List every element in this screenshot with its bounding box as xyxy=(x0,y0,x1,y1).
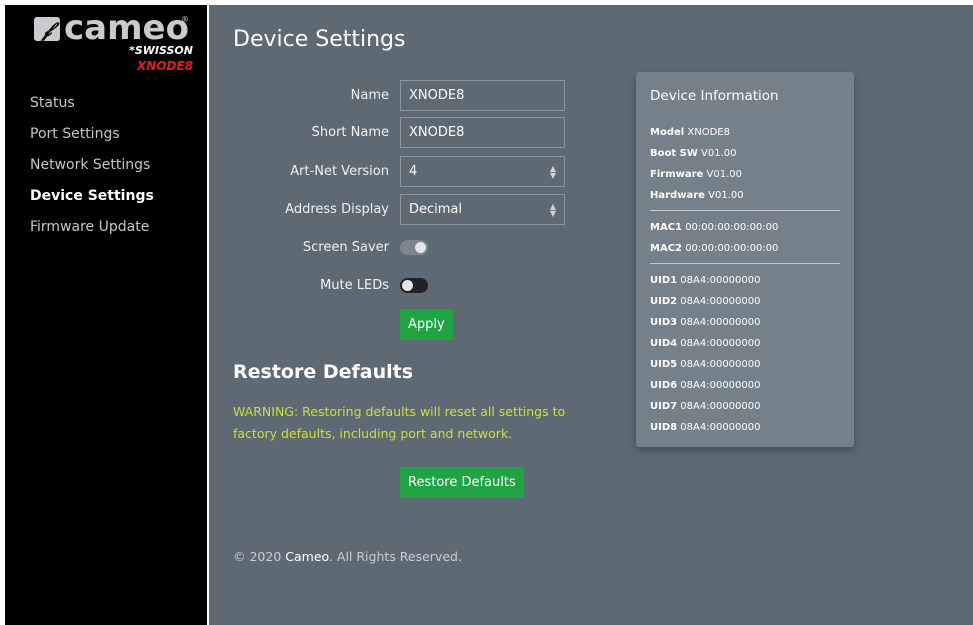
screen-saver-toggle[interactable] xyxy=(400,240,428,255)
info-value: 08A4:00000000 xyxy=(680,338,761,349)
registered-mark: ® xyxy=(181,15,189,24)
toggle-knob xyxy=(415,242,426,253)
info-key: Model xyxy=(650,127,685,138)
device-model-label: XNODE8 xyxy=(136,59,193,73)
info-key: UID1 xyxy=(650,275,678,286)
info-uid3: UID3 08A4:00000000 xyxy=(650,312,840,333)
info-uid5: UID5 08A4:00000000 xyxy=(650,354,840,375)
short-name-label: Short Name xyxy=(311,125,389,140)
info-boot-sw: Boot SW V01.00 xyxy=(650,143,840,164)
mute-leds-toggle[interactable] xyxy=(400,278,428,293)
footer-copyright: © 2020 xyxy=(233,549,286,564)
form-row-artnet-version: Art-Net Version 4 ▲ ▼ xyxy=(209,156,609,187)
info-key: UID7 xyxy=(650,401,678,412)
sidebar-item-status[interactable]: Status xyxy=(5,88,207,119)
info-value: XNODE8 xyxy=(687,127,730,138)
info-uid8: UID8 08A4:00000000 xyxy=(650,417,840,438)
info-key: UID5 xyxy=(650,359,678,370)
sidebar-item-port-settings[interactable]: Port Settings xyxy=(5,119,207,150)
info-uid7: UID7 08A4:00000000 xyxy=(650,396,840,417)
restore-defaults-title: Restore Defaults xyxy=(233,361,414,383)
cameo-logo[interactable]: 𝒻 cameo ® *SWISSON XNODE8 xyxy=(34,8,199,73)
info-key: UID3 xyxy=(650,317,678,328)
address-display-select[interactable]: Decimal ▲ ▼ xyxy=(400,194,565,225)
name-label: Name xyxy=(350,88,389,103)
cameo-logo-icon: 𝒻 xyxy=(34,17,60,41)
info-key: Boot SW xyxy=(650,148,698,159)
address-display-label: Address Display xyxy=(285,202,389,217)
app-frame: 𝒻 cameo ® *SWISSON XNODE8 Status Port Se… xyxy=(5,5,973,625)
name-input[interactable]: XNODE8 xyxy=(400,80,565,111)
artnet-version-value: 4 xyxy=(409,164,418,179)
info-key: MAC1 xyxy=(650,222,682,233)
info-uid6: UID6 08A4:00000000 xyxy=(650,375,840,396)
form-row-name: Name XNODE8 xyxy=(209,80,609,111)
apply-button[interactable]: Apply xyxy=(400,309,453,340)
info-key: MAC2 xyxy=(650,243,682,254)
info-key: UID2 xyxy=(650,296,678,307)
footer-brand: Cameo xyxy=(285,549,329,564)
info-divider xyxy=(650,210,840,211)
restore-warning-text: WARNING: Restoring defaults will reset a… xyxy=(233,404,566,441)
sidebar-item-firmware-update[interactable]: Firmware Update xyxy=(5,212,207,243)
screen-saver-label: Screen Saver xyxy=(302,240,389,255)
select-arrows-icon: ▲ ▼ xyxy=(549,202,556,218)
restore-defaults-button[interactable]: Restore Defaults xyxy=(400,467,524,498)
short-name-input[interactable]: XNODE8 xyxy=(400,117,565,148)
info-uid2: UID2 08A4:00000000 xyxy=(650,291,840,312)
info-value: 08A4:00000000 xyxy=(680,317,761,328)
form-row-screen-saver: Screen Saver xyxy=(209,232,609,263)
toggle-knob xyxy=(402,280,413,291)
info-firmware: Firmware V01.00 xyxy=(650,164,840,185)
swisson-label: *SWISSON xyxy=(129,44,193,57)
address-display-value: Decimal xyxy=(409,202,463,217)
info-value: 08A4:00000000 xyxy=(680,275,761,286)
info-value: 00:00:00:00:00:00 xyxy=(685,243,779,254)
info-key: UID6 xyxy=(650,380,678,391)
info-uid4: UID4 08A4:00000000 xyxy=(650,333,840,354)
form-row-short-name: Short Name XNODE8 xyxy=(209,117,609,148)
mute-leds-label: Mute LEDs xyxy=(320,278,389,293)
info-uid1: UID1 08A4:00000000 xyxy=(650,270,840,291)
info-value: 08A4:00000000 xyxy=(680,422,761,433)
info-key: UID4 xyxy=(650,338,678,349)
info-mac2: MAC2 00:00:00:00:00:00 xyxy=(650,238,840,259)
device-info-card: Device Information Model XNODE8 Boot SW … xyxy=(636,72,854,447)
info-key: UID8 xyxy=(650,422,678,433)
form-row-mute-leds: Mute LEDs xyxy=(209,270,609,301)
info-mac1: MAC1 00:00:00:00:00:00 xyxy=(650,217,840,238)
info-model: Model XNODE8 xyxy=(650,122,840,143)
info-divider xyxy=(650,263,840,264)
select-arrows-icon: ▲ ▼ xyxy=(549,164,556,180)
info-value: 08A4:00000000 xyxy=(680,359,761,370)
info-value: V01.00 xyxy=(708,190,744,201)
info-key: Hardware xyxy=(650,190,705,201)
info-value: V01.00 xyxy=(706,169,742,180)
sidebar-item-network-settings[interactable]: Network Settings xyxy=(5,150,207,181)
form-row-address-display: Address Display Decimal ▲ ▼ xyxy=(209,194,609,225)
footer: © 2020 Cameo. All Rights Reserved. xyxy=(233,549,462,564)
info-value: 08A4:00000000 xyxy=(680,296,761,307)
info-value: 00:00:00:00:00:00 xyxy=(685,222,779,233)
sidebar: 𝒻 cameo ® *SWISSON XNODE8 Status Port Se… xyxy=(5,5,207,625)
footer-rights: . All Rights Reserved. xyxy=(328,549,462,564)
main-content: Device Settings Name XNODE8 Short Name X… xyxy=(209,5,973,625)
info-value: V01.00 xyxy=(701,148,737,159)
info-value: 08A4:00000000 xyxy=(680,401,761,412)
device-info-title: Device Information xyxy=(650,88,779,104)
page-title: Device Settings xyxy=(233,27,406,52)
artnet-version-label: Art-Net Version xyxy=(290,164,389,179)
info-hardware: Hardware V01.00 xyxy=(650,185,840,206)
sidebar-item-device-settings[interactable]: Device Settings xyxy=(5,181,207,212)
info-value: 08A4:00000000 xyxy=(680,380,761,391)
artnet-version-select[interactable]: 4 ▲ ▼ xyxy=(400,156,565,187)
logo-wordmark: cameo xyxy=(64,8,189,48)
sidebar-nav: Status Port Settings Network Settings De… xyxy=(5,88,207,243)
info-key: Firmware xyxy=(650,169,704,180)
